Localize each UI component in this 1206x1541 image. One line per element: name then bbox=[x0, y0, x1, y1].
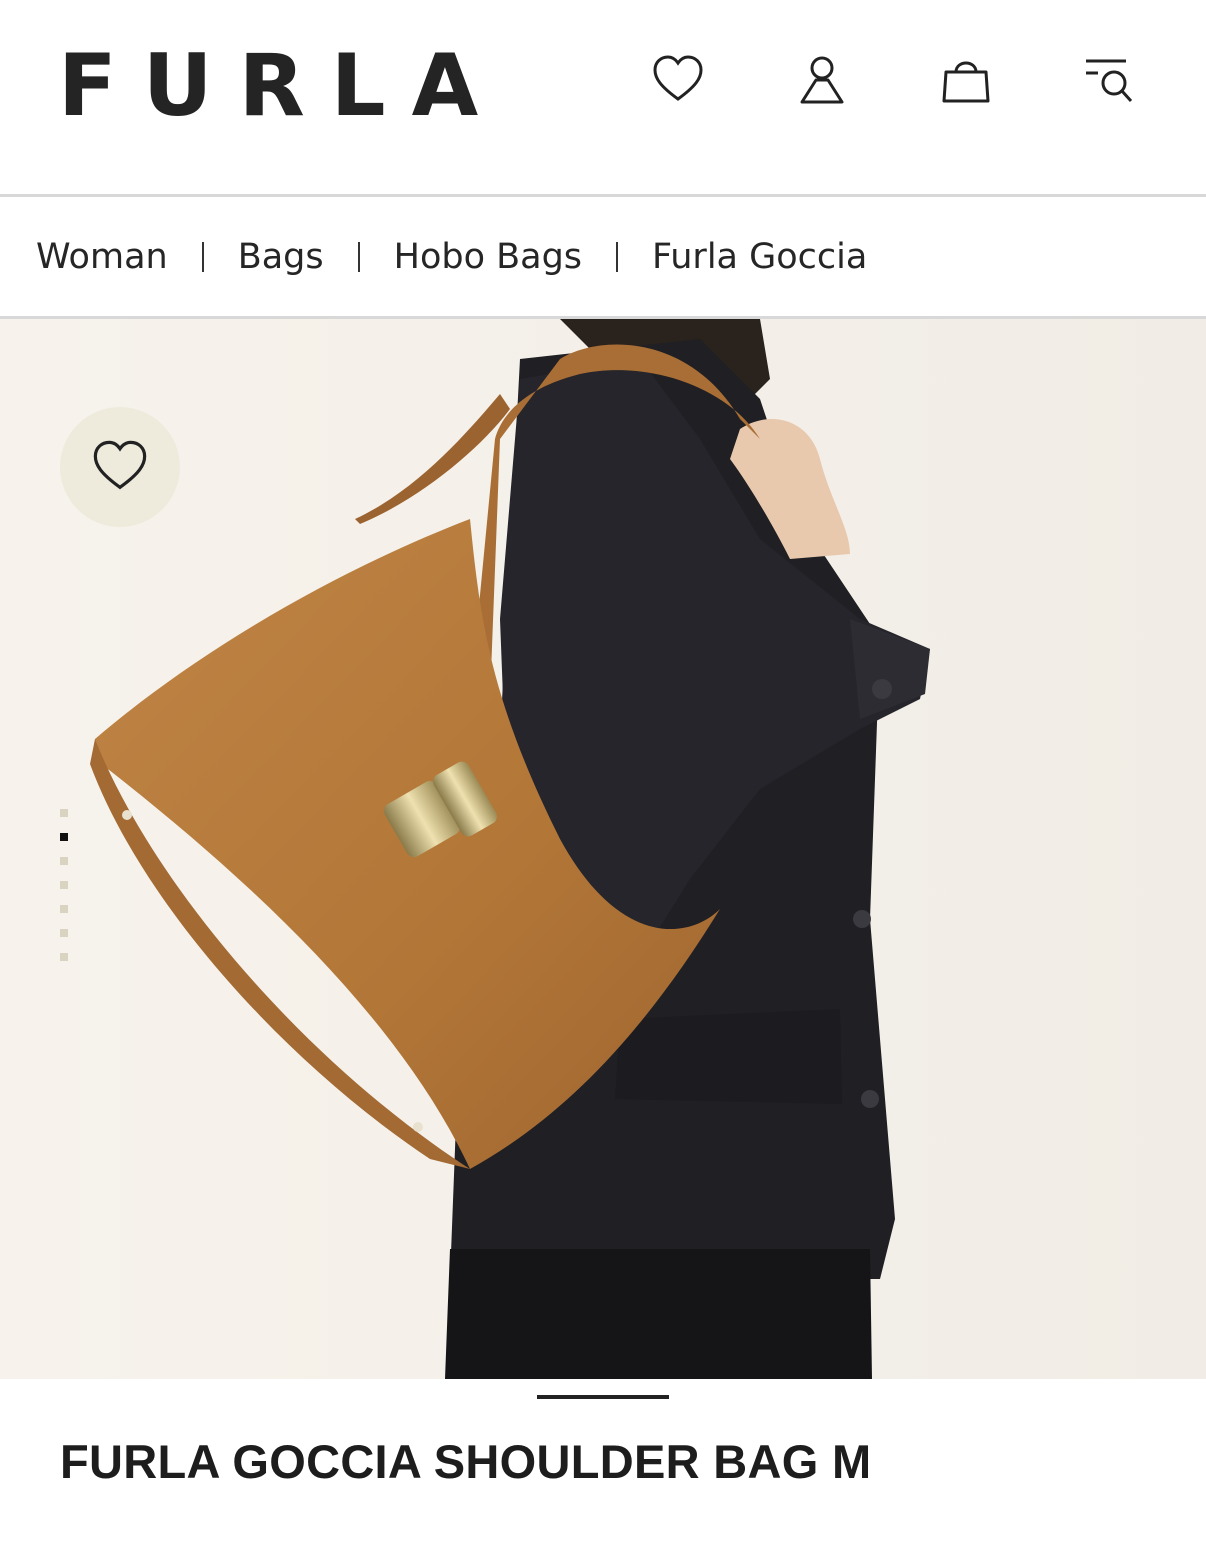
bag-icon[interactable] bbox=[938, 52, 994, 108]
gallery-scroll-indicator bbox=[537, 1395, 669, 1399]
gallery-dot[interactable] bbox=[60, 881, 68, 889]
gallery-dot[interactable] bbox=[60, 905, 68, 913]
breadcrumb-hobo-bags[interactable]: Hobo Bags bbox=[394, 237, 582, 277]
breadcrumb-bags[interactable]: Bags bbox=[238, 237, 324, 277]
heart-icon[interactable] bbox=[650, 52, 706, 108]
furla-logo[interactable]: FURLA bbox=[58, 36, 504, 136]
gallery-dot[interactable] bbox=[60, 953, 68, 961]
site-header: FURLA bbox=[0, 0, 1206, 194]
gallery-dot[interactable] bbox=[60, 929, 68, 937]
gallery-dot[interactable] bbox=[60, 857, 68, 865]
gallery-dot[interactable] bbox=[60, 833, 68, 841]
account-icon[interactable] bbox=[794, 52, 850, 108]
breadcrumb-separator bbox=[201, 242, 204, 272]
breadcrumb-furla-goccia[interactable]: Furla Goccia bbox=[652, 237, 867, 277]
search-menu-icon[interactable] bbox=[1082, 52, 1138, 108]
gallery-pagination bbox=[60, 809, 70, 977]
breadcrumb-separator bbox=[616, 242, 619, 272]
breadcrumb-separator bbox=[357, 242, 360, 272]
product-photo bbox=[0, 319, 1206, 1379]
gallery-dot[interactable] bbox=[60, 809, 68, 817]
wishlist-button[interactable] bbox=[60, 407, 180, 527]
breadcrumb-woman[interactable]: Woman bbox=[36, 237, 168, 277]
breadcrumb: Woman Bags Hobo Bags Furla Goccia bbox=[36, 226, 867, 288]
header-divider bbox=[0, 194, 1206, 197]
product-title: FURLA GOCCIA SHOULDER BAG M bbox=[60, 1435, 872, 1488]
heart-icon bbox=[93, 440, 147, 490]
product-gallery[interactable] bbox=[0, 319, 1206, 1379]
